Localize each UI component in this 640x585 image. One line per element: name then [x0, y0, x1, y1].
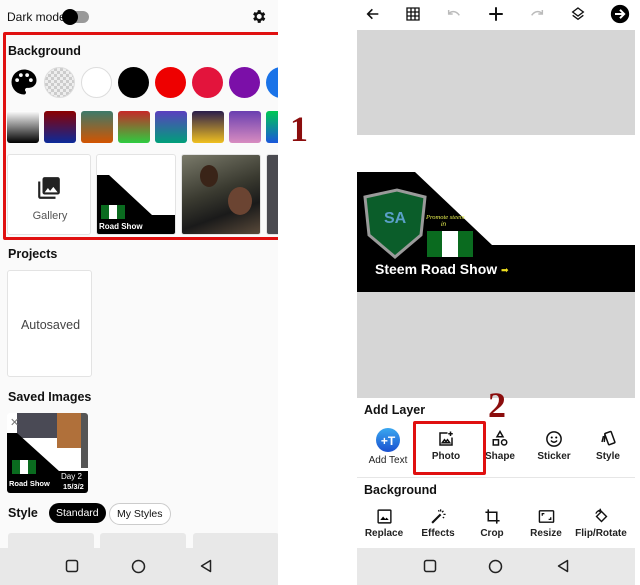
back-icon[interactable] [556, 559, 570, 573]
autosaved-label: Autosaved [20, 318, 81, 332]
sticker-label: Sticker [537, 451, 571, 462]
recents-icon[interactable] [423, 559, 437, 573]
divider [357, 477, 635, 478]
logo-text: SA [384, 210, 407, 227]
thumbnail-caption: Road Show [99, 222, 143, 231]
resize-button[interactable]: Resize [518, 508, 574, 539]
home-icon[interactable] [488, 559, 503, 574]
color-swatch-transparent[interactable] [44, 67, 75, 98]
dark-mode-toggle[interactable] [62, 9, 89, 25]
home-icon[interactable] [131, 559, 146, 574]
color-swatch[interactable] [118, 67, 149, 98]
background-title: Background [8, 44, 81, 58]
style-label: Style [596, 451, 620, 462]
photo-library-icon [38, 177, 60, 199]
replace-button[interactable]: Replace [357, 508, 412, 539]
flip-rotate-button[interactable]: Flip/Rotate [572, 508, 630, 539]
style-icon [601, 430, 616, 446]
recents-icon[interactable] [65, 559, 79, 573]
promo-text: Promote steem [426, 214, 465, 221]
effects-button[interactable]: Effects [410, 508, 466, 539]
style-title: Style [8, 506, 38, 520]
shapes-icon [492, 430, 508, 446]
add-text-label: Add Text [368, 455, 408, 466]
rotate-icon [594, 508, 607, 523]
saved-image-date: 15/3/2 [63, 482, 84, 491]
gear-icon[interactable] [250, 8, 267, 25]
saved-image-caption: Road Show [9, 479, 50, 488]
back-icon[interactable] [199, 559, 213, 573]
color-swatch[interactable] [229, 67, 260, 98]
gradient-swatch[interactable] [44, 111, 76, 143]
home-panel: Dark mode Background Gallery Road Show P… [0, 0, 278, 585]
color-swatch[interactable] [192, 67, 223, 98]
crop-icon [484, 509, 500, 524]
saved-images-title: Saved Images [8, 390, 92, 404]
project-autosaved[interactable]: Autosaved [7, 270, 92, 377]
crop-button[interactable]: Crop [464, 508, 520, 539]
add-text-button[interactable]: +T Add Text [360, 428, 416, 466]
add-text-icon: +T [376, 428, 400, 452]
editor-panel: SA Promote steem in Steem Road Show ➡ Ad… [357, 0, 635, 585]
gradient-swatch[interactable] [155, 111, 187, 143]
layers-icon[interactable] [570, 6, 586, 22]
photo-button-highlight [413, 421, 486, 475]
gallery-button[interactable]: Gallery [7, 154, 91, 235]
background-thumbnail-roadshow[interactable]: Road Show [96, 154, 176, 235]
arrow-icon: ➡ [501, 265, 509, 275]
gradient-swatch[interactable] [81, 111, 113, 143]
gradient-swatch[interactable] [266, 111, 278, 143]
canvas-image[interactable]: SA Promote steem in Steem Road Show ➡ [357, 135, 635, 292]
background-thumbnail-photo[interactable] [181, 154, 261, 235]
gallery-label: Gallery [32, 210, 68, 222]
next-icon[interactable] [610, 4, 630, 24]
gradient-swatch[interactable] [229, 111, 261, 143]
system-nav-bar [357, 548, 635, 585]
crop-label: Crop [480, 528, 504, 539]
gradient-swatch[interactable] [192, 111, 224, 143]
style-button[interactable]: Style [580, 430, 635, 462]
canvas-area[interactable]: SA Promote steem in Steem Road Show ➡ [357, 30, 635, 398]
redo-icon[interactable] [529, 7, 545, 21]
color-swatch[interactable] [155, 67, 186, 98]
svg-text:+T: +T [381, 434, 396, 448]
gradient-swatch[interactable] [118, 111, 150, 143]
close-icon[interactable]: ✕ [10, 416, 19, 429]
replace-label: Replace [364, 528, 404, 539]
back-arrow-icon[interactable] [365, 6, 381, 22]
background-tools-title: Background [364, 483, 437, 497]
style-tab-standard[interactable]: Standard [49, 503, 106, 523]
sticker-button[interactable]: Sticker [526, 430, 582, 462]
annotation-1: 1 [290, 109, 308, 149]
undo-icon[interactable] [446, 7, 462, 21]
saved-image-thumbnail[interactable]: ✕ Road Show Day 2 15/3/2 [7, 413, 88, 493]
background-thumbnail-partial[interactable] [266, 154, 278, 235]
promo-text-2: in [441, 221, 447, 228]
dark-mode-label: Dark mode [7, 10, 66, 24]
annotation-2: 2 [488, 385, 506, 425]
banner-title: Steem Road Show [375, 261, 498, 277]
projects-title: Projects [8, 247, 58, 261]
resize-icon [538, 510, 554, 523]
shape-label: Shape [484, 451, 515, 462]
smiley-icon [546, 431, 562, 447]
palette-icon[interactable] [9, 67, 39, 97]
saved-image-day: Day 2 [61, 472, 82, 481]
add-layer-title: Add Layer [364, 403, 426, 417]
background-toolbar: Replace Effects Crop Resize Flip/Rotate [357, 508, 635, 544]
magic-wand-icon [430, 509, 446, 524]
add-icon[interactable] [487, 5, 505, 23]
image-icon [376, 509, 392, 524]
style-tab-my-styles[interactable]: My Styles [109, 503, 171, 525]
color-swatch[interactable] [81, 67, 112, 98]
effects-label: Effects [421, 528, 455, 539]
flip-rotate-label: Flip/Rotate [575, 528, 627, 539]
grid-icon[interactable] [405, 6, 421, 22]
gradient-swatch[interactable] [7, 111, 39, 143]
resize-label: Resize [530, 528, 562, 539]
add-layer-toolbar: +T Add Text Photo Shape Sticker Style [357, 428, 635, 472]
system-nav-bar [0, 548, 278, 585]
